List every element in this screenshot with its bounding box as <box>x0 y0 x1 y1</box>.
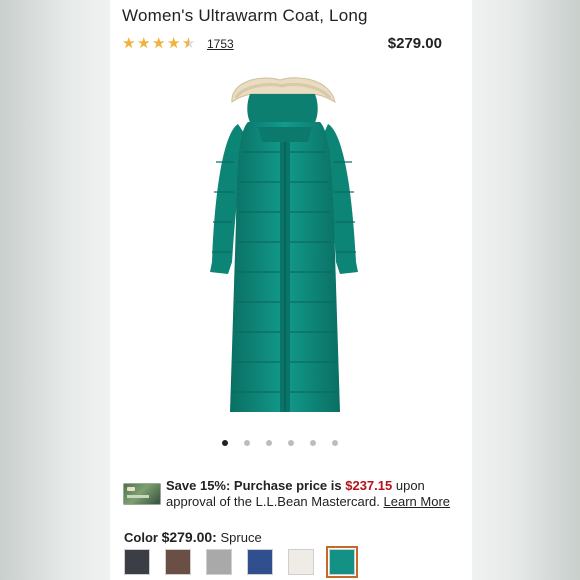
gallery-dot[interactable] <box>222 440 228 446</box>
star-rating: ★ ★ ★ ★ ★ ★ ★ ★ ★ ★ <box>122 36 196 51</box>
background-right <box>470 0 580 580</box>
color-label: Color $279.00: Spruce <box>124 529 262 545</box>
rating-row: ★ ★ ★ ★ ★ ★ ★ ★ ★ ★ 1753 $279.00 <box>122 35 460 56</box>
star-icon: ★ ★ <box>167 35 181 52</box>
product-card: Women's Ultrawarm Coat, Long ★ ★ ★ ★ ★ ★ ★ ★ ★ ★ … <box>110 0 472 580</box>
gallery-dot[interactable] <box>288 440 294 446</box>
gallery-pagination <box>222 440 338 446</box>
promo-text: Save 15%: Purchase price is $237.15 upon… <box>166 478 466 510</box>
product-price: $279.00 <box>387 35 442 52</box>
product-image[interactable] <box>170 72 420 422</box>
star-icon: ★ ★ <box>152 35 166 52</box>
color-swatch-gray-heather[interactable] <box>206 549 232 575</box>
color-swatch-spruce[interactable] <box>326 546 358 578</box>
color-label-text: Color <box>124 530 158 545</box>
gallery-dot[interactable] <box>310 440 316 446</box>
promo-sale-price: $237.15 <box>345 478 393 493</box>
review-count-link[interactable]: 1753 <box>207 37 234 51</box>
product-title: Women's Ultrawarm Coat, Long <box>122 6 368 25</box>
star-icon: ★ ★ <box>137 35 151 52</box>
color-swatch-charcoal[interactable] <box>124 549 150 575</box>
credit-card-icon <box>123 483 161 505</box>
learn-more-link[interactable]: Learn More <box>384 494 450 509</box>
promo-headline: Save 15%: Purchase price is <box>166 478 342 493</box>
promo-approval-text: approval of the L.L.Bean Mastercard. <box>166 494 380 509</box>
color-price: $279.00: <box>161 529 217 545</box>
gallery-dot[interactable] <box>266 440 272 446</box>
color-swatches <box>124 546 358 578</box>
gallery-dot[interactable] <box>244 440 250 446</box>
background-left <box>0 0 110 580</box>
star-icon: ★ ★ <box>122 35 136 52</box>
credit-card-promo: Save 15%: Purchase price is $237.15 upon… <box>123 478 466 511</box>
color-swatch-brown[interactable] <box>165 549 191 575</box>
color-swatch-navy-blue[interactable] <box>247 549 273 575</box>
gallery-dot[interactable] <box>332 440 338 446</box>
coat-illustration <box>210 77 358 412</box>
promo-upon: upon <box>395 478 425 493</box>
selected-color-name: Spruce <box>220 530 262 545</box>
star-icon: ★ ★ <box>182 35 196 52</box>
color-swatch-cream[interactable] <box>288 549 314 575</box>
